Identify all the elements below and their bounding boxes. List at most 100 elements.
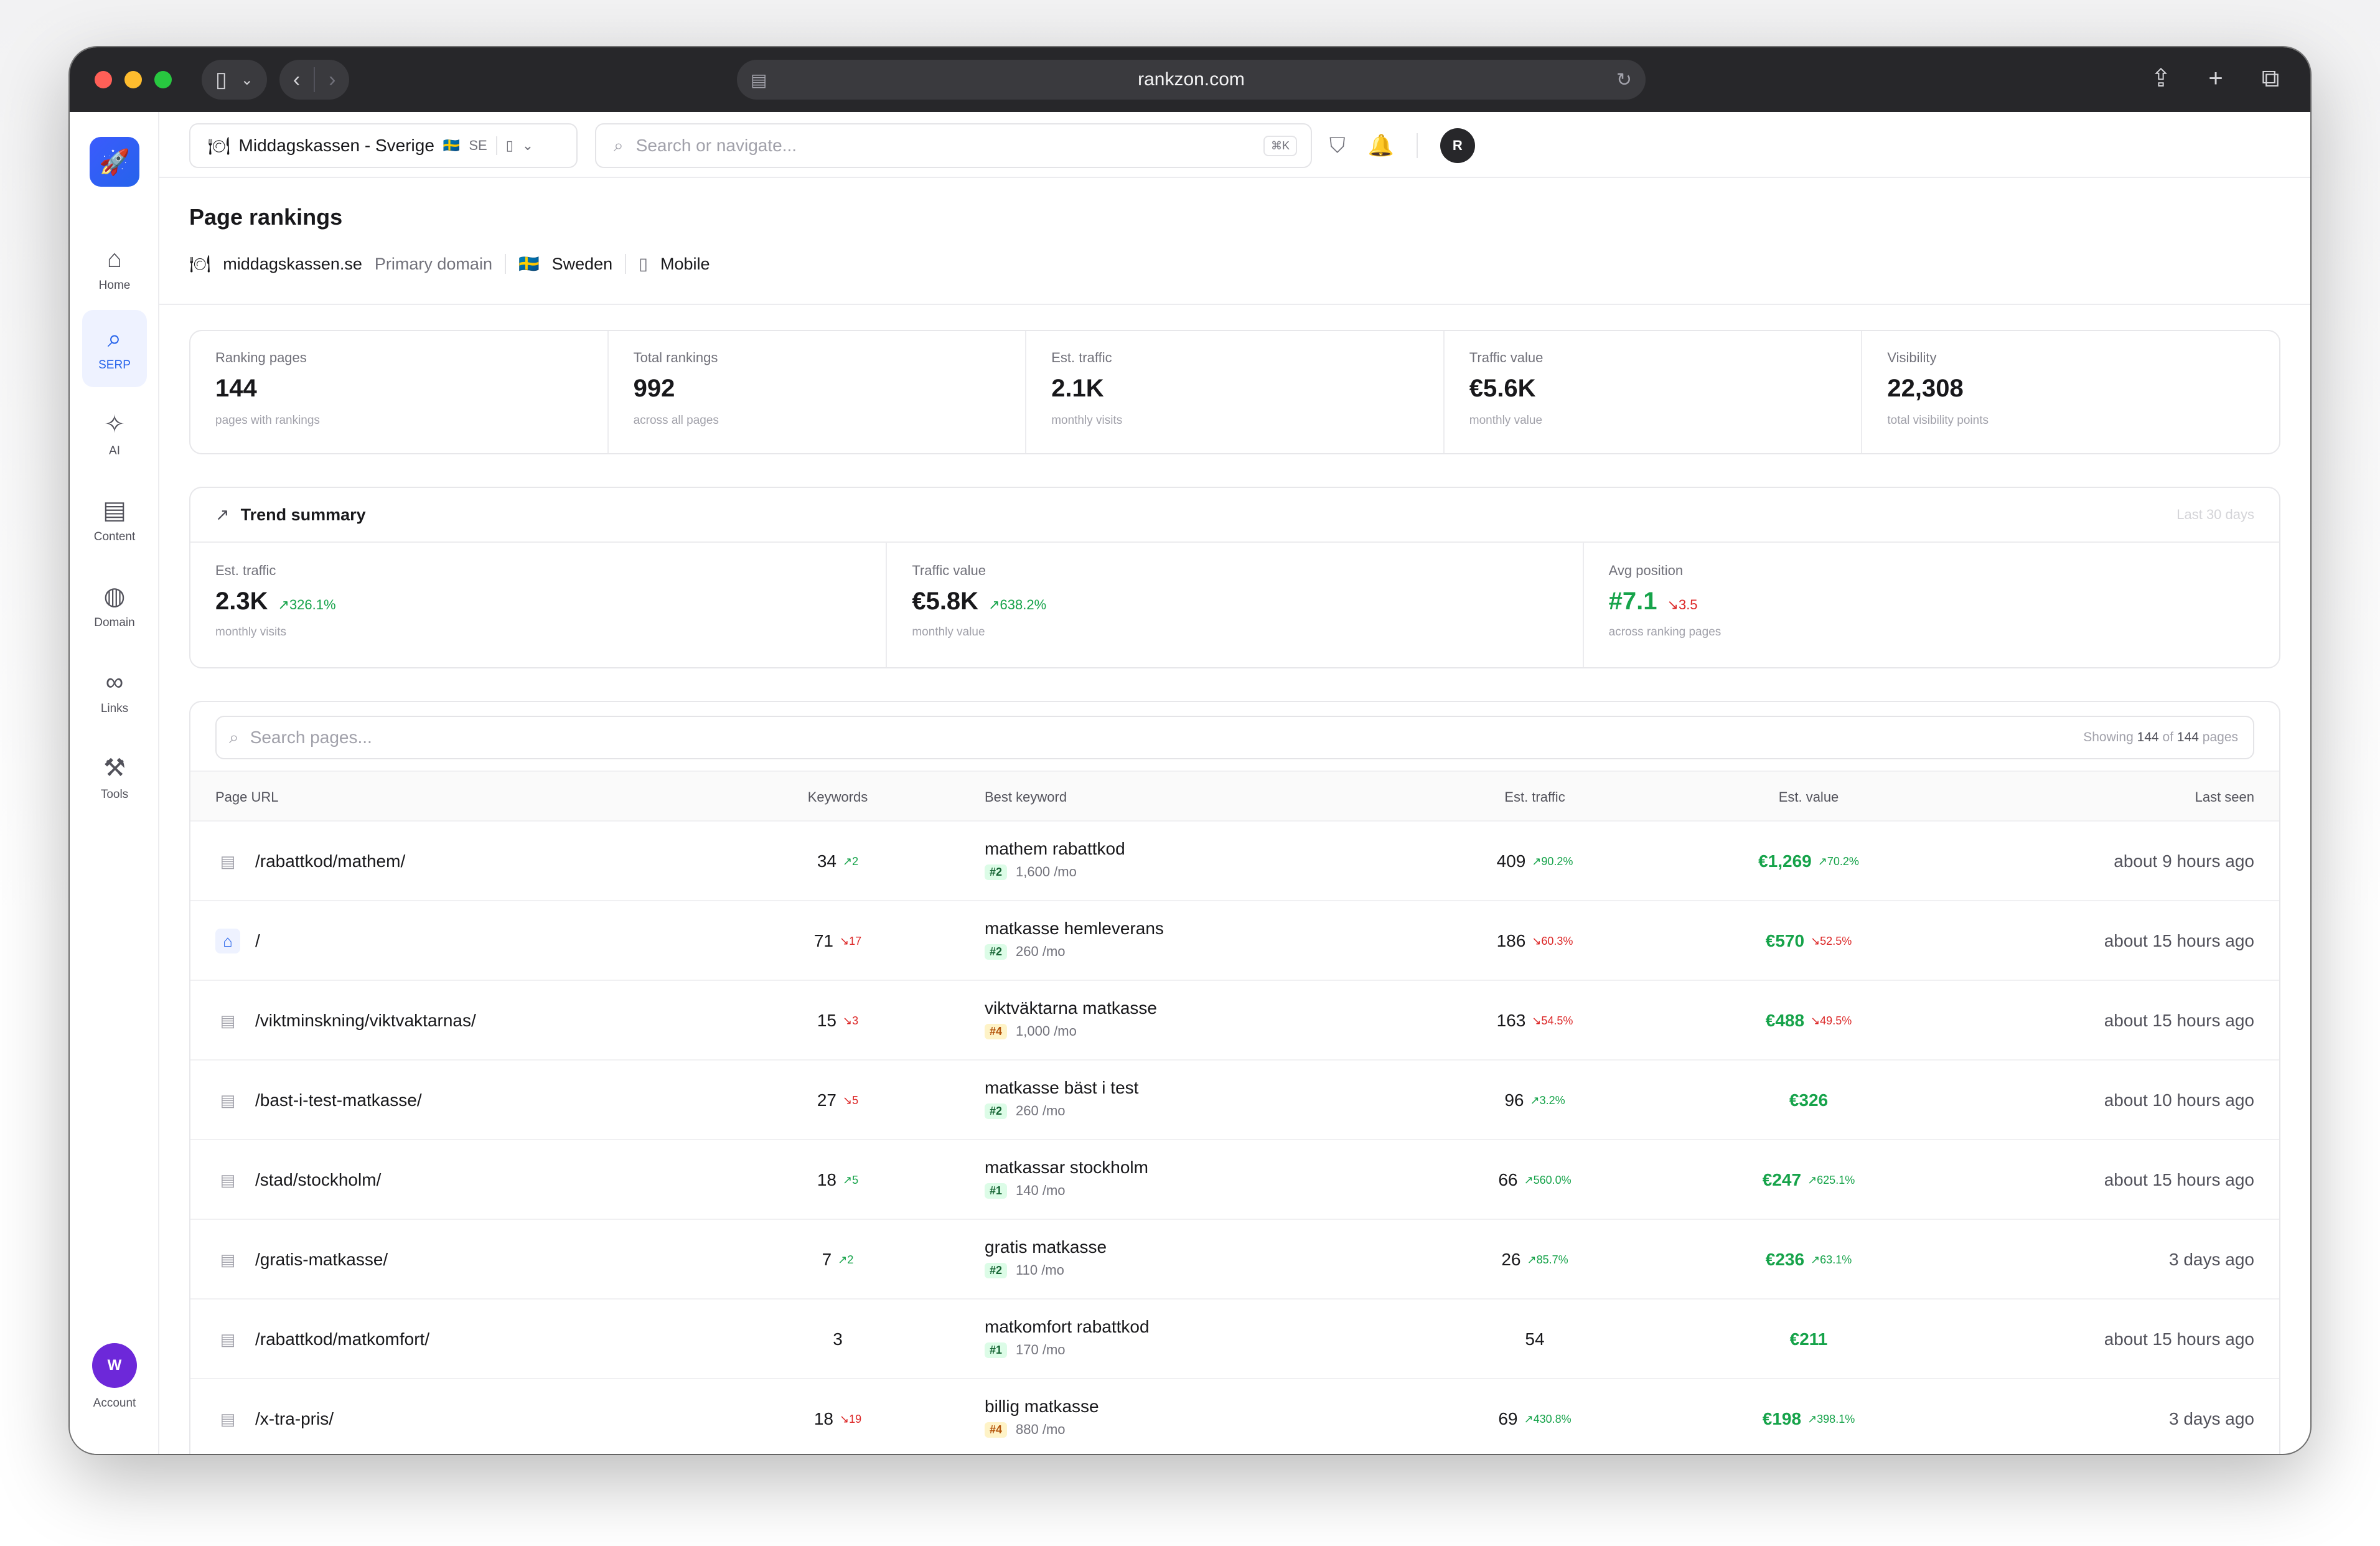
keywords-cell: 71 ↘17 bbox=[775, 901, 900, 981]
site-settings-icon[interactable]: ▤ bbox=[751, 70, 767, 90]
table-row[interactable]: ▤ /bast-i-test-matkasse/27 ↘5 matkasse bäst… bbox=[190, 1061, 2279, 1140]
minimize-window-button[interactable] bbox=[124, 71, 142, 88]
sidebar-item-serp[interactable]: ⌕ SERP bbox=[82, 310, 147, 387]
share-icon[interactable]: ⇪ bbox=[2146, 59, 2176, 98]
back-button[interactable]: ‹ bbox=[293, 68, 300, 92]
est-value-cell: €570 ↘52.5% bbox=[1684, 901, 1933, 981]
trend-change: ↘3.5 bbox=[1667, 597, 1698, 612]
traffic-value: 26 bbox=[1501, 1250, 1521, 1269]
sidebar-item-tools[interactable]: ⚒ Tools bbox=[82, 739, 147, 817]
sidebar-item-domain[interactable]: ◍ Domain bbox=[82, 568, 147, 645]
last-seen-cell: about 15 hours ago bbox=[2104, 1329, 2254, 1349]
table-row[interactable]: ▤ /viktminskning/viktvaktarnas/15 ↘3 viktvä… bbox=[190, 981, 2279, 1061]
page-url-cell[interactable]: ⌂ / bbox=[215, 901, 260, 981]
account-label: Account bbox=[93, 1397, 136, 1410]
last-seen-cell: about 10 hours ago bbox=[2104, 1090, 2254, 1110]
history-nav: ‹ › bbox=[279, 60, 350, 100]
stat-label: Traffic value bbox=[1469, 350, 1544, 365]
document-icon: ▤ bbox=[103, 497, 126, 524]
stat-ranking-pages: Ranking pages 144 pages with rankings bbox=[190, 331, 609, 453]
keyword-change: ↘3 bbox=[843, 1014, 859, 1027]
project-selector[interactable]: 🍽 Middagskassen - Sverige 🇸🇪 SE ▯ ⌄ bbox=[189, 123, 578, 168]
trend-label: Avg position bbox=[1608, 563, 1684, 578]
table-row[interactable]: ▤ /rabattkod/mathem/34 ↗2 mathem rabattkod #… bbox=[190, 822, 2279, 901]
column-header-est-traffic[interactable]: Est. traffic bbox=[1435, 789, 1634, 805]
sidebar-item-home[interactable]: ⌂ Home bbox=[82, 230, 147, 307]
keywords-cell: 34 ↗2 bbox=[775, 822, 900, 901]
sidebar-item-ai[interactable]: ✧ AI bbox=[82, 396, 147, 473]
device-label: Mobile bbox=[660, 254, 710, 273]
page-url: /viktminskning/viktvaktarnas/ bbox=[255, 1011, 476, 1030]
value-change: ↗398.1% bbox=[1807, 1412, 1855, 1425]
page-url-cell[interactable]: ▤ /rabattkod/matkomfort/ bbox=[215, 1300, 429, 1379]
global-search-input[interactable]: ⌕ Search or navigate... ⌘K bbox=[595, 123, 1312, 168]
est-traffic-cell: 69 ↗430.8% bbox=[1435, 1379, 1634, 1454]
forward-button[interactable]: › bbox=[329, 68, 335, 92]
page-search-input[interactable]: ⌕ Search pages... Showing 144 of 144 pag… bbox=[215, 716, 2254, 759]
sidebar-toggle-button[interactable]: ▯ ⌄ bbox=[202, 60, 267, 100]
stats-card: Ranking pages 144 pages with rankings To… bbox=[189, 330, 2280, 454]
sidebar-item-label: Content bbox=[93, 530, 136, 543]
stat-value: 144 bbox=[215, 375, 257, 402]
column-header-last-seen[interactable]: Last seen bbox=[2195, 789, 2254, 805]
home-page-icon: ⌂ bbox=[215, 929, 240, 953]
sidebar-item-content[interactable]: ▤ Content bbox=[82, 482, 147, 559]
traffic-value: 409 bbox=[1496, 851, 1526, 871]
page-url-cell[interactable]: ▤ /bast-i-test-matkasse/ bbox=[215, 1061, 422, 1140]
est-traffic-cell: 96 ↗3.2% bbox=[1435, 1061, 1634, 1140]
position-badge: #4 bbox=[985, 1422, 1008, 1438]
table-row[interactable]: ▤ /stad/stockholm/18 ↗5 matkassar stockholm… bbox=[190, 1140, 2279, 1220]
new-tab-icon[interactable]: + bbox=[2201, 59, 2231, 98]
trend-value: #7.1 bbox=[1608, 588, 1657, 615]
trending-up-icon: ↗ bbox=[843, 1173, 853, 1186]
globe-icon: ◍ bbox=[103, 583, 126, 610]
traffic-value: 69 bbox=[1498, 1409, 1518, 1428]
address-bar[interactable]: ▤ rankzon.com ↻ bbox=[737, 60, 1646, 100]
value-change: ↗625.1% bbox=[1807, 1173, 1855, 1186]
traffic-value: 54 bbox=[1525, 1329, 1545, 1349]
table-row[interactable]: ▤ /gratis-matkasse/7 ↗2 gratis matkasse #2 11… bbox=[190, 1220, 2279, 1300]
page-document-icon: ▤ bbox=[220, 1409, 236, 1428]
est-value-cell: €211 bbox=[1684, 1300, 1933, 1379]
rocket-logo-icon[interactable]: 🚀 bbox=[90, 137, 139, 187]
column-header-page-url[interactable]: Page URL bbox=[215, 789, 279, 805]
column-header-keywords[interactable]: Keywords bbox=[775, 789, 900, 805]
stat-value: 2.1K bbox=[1051, 375, 1104, 402]
sidebar-item-label: Home bbox=[98, 279, 131, 292]
sidebar-item-links[interactable]: ∞ Links bbox=[82, 654, 147, 731]
search-volume: 1,000 /mo bbox=[1016, 1023, 1077, 1039]
trending-up-icon: ↗ bbox=[1807, 1173, 1817, 1186]
trend-period: Last 30 days bbox=[2176, 507, 2254, 522]
account-menu[interactable]: W Account bbox=[90, 1343, 139, 1410]
account-avatar: W bbox=[92, 1343, 137, 1388]
trending-up-icon: ↗ bbox=[1817, 855, 1827, 868]
shield-icon[interactable]: ⛉ bbox=[1329, 134, 1346, 158]
user-avatar[interactable]: R bbox=[1440, 128, 1475, 163]
reload-icon[interactable]: ↻ bbox=[1616, 69, 1632, 91]
page-url-cell[interactable]: ▤ /stad/stockholm/ bbox=[215, 1140, 382, 1220]
keywords-cell: 27 ↘5 bbox=[775, 1061, 900, 1140]
close-window-button[interactable] bbox=[95, 71, 112, 88]
chevron-down-icon: ⌄ bbox=[522, 138, 534, 153]
table-row[interactable]: ⌂/71 ↘17 matkasse hemleverans #2 260 /mo 186 ↘… bbox=[190, 901, 2279, 981]
column-header-best-keyword[interactable]: Best keyword bbox=[985, 789, 1067, 805]
page-url-cell[interactable]: ▤ /rabattkod/mathem/ bbox=[215, 822, 406, 901]
trending-up-icon: ↗ bbox=[278, 597, 289, 612]
stat-value: €5.6K bbox=[1469, 375, 1536, 402]
column-header-est-value[interactable]: Est. value bbox=[1684, 789, 1933, 805]
project-name: Middagskassen - Sverige bbox=[238, 136, 434, 155]
page-url-cell[interactable]: ▤ /gratis-matkasse/ bbox=[215, 1220, 388, 1300]
page-url-cell[interactable]: ▤ /x-tra-pris/ bbox=[215, 1379, 334, 1454]
keywords-cell: 3 bbox=[775, 1300, 900, 1379]
search-volume: 260 /mo bbox=[1016, 944, 1066, 959]
stat-sub: monthly visits bbox=[1051, 414, 1123, 427]
zoom-window-button[interactable] bbox=[154, 71, 172, 88]
bell-icon[interactable]: 🔔 bbox=[1368, 133, 1394, 158]
table-row[interactable]: ▤ /x-tra-pris/18 ↘19 billig matkasse #4 880 /… bbox=[190, 1379, 2279, 1454]
estimated-value: €570 bbox=[1765, 931, 1805, 950]
estimated-value: €488 bbox=[1765, 1011, 1805, 1030]
table-row[interactable]: ▤ /rabattkod/matkomfort/3 matkomfort rabat… bbox=[190, 1300, 2279, 1379]
page-url-cell[interactable]: ▤ /viktminskning/viktvaktarnas/ bbox=[215, 981, 476, 1061]
trend-sub: monthly value bbox=[912, 625, 985, 639]
tabs-overview-icon[interactable]: ⧉ bbox=[2256, 59, 2285, 98]
